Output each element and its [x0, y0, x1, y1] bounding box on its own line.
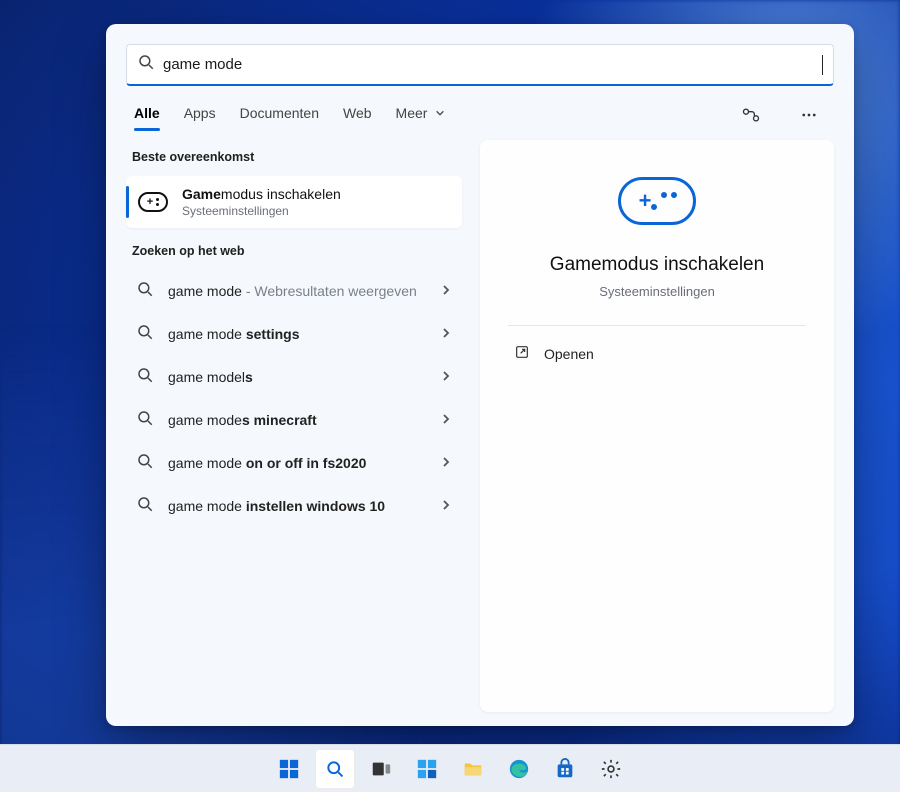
search-input[interactable]: [163, 56, 818, 73]
search-icon: [136, 366, 154, 389]
taskbar-store[interactable]: [545, 749, 585, 789]
web-result[interactable]: game mode instellen windows 10: [126, 485, 462, 528]
taskbar-settings[interactable]: [591, 749, 631, 789]
tab-documents[interactable]: Documenten: [240, 99, 319, 131]
text-caret: [822, 55, 823, 75]
web-result[interactable]: game modes minecraft: [126, 399, 462, 442]
search-icon: [136, 495, 154, 518]
web-result[interactable]: game mode - Webresultaten weergeven: [126, 270, 462, 313]
search-icon: [136, 452, 154, 475]
preview-gamemode-icon: +: [614, 174, 700, 228]
section-best-match-label: Beste overeenkomst: [126, 140, 462, 170]
results-list: Beste overeenkomst + Gamemodus inschakel…: [126, 136, 462, 712]
preview-title: Gamemodus inschakelen: [550, 254, 764, 276]
best-match-result[interactable]: + Gamemodus inschakelen Systeeminstellin…: [126, 176, 462, 228]
web-result-text: game models: [168, 368, 426, 387]
divider: [508, 325, 806, 326]
search-box[interactable]: [126, 44, 834, 86]
web-result-text: game mode on or off in fs2020: [168, 454, 426, 473]
chevron-right-icon: [440, 283, 452, 301]
chevron-right-icon: [440, 369, 452, 387]
chevron-right-icon: [440, 498, 452, 516]
chevron-right-icon: [440, 412, 452, 430]
taskbar-start[interactable]: [269, 749, 309, 789]
tab-all[interactable]: Alle: [134, 99, 160, 131]
search-icon: [136, 409, 154, 432]
tab-more[interactable]: Meer: [396, 99, 446, 131]
taskbar-search[interactable]: [315, 749, 355, 789]
filter-tabs: Alle Apps Documenten Web Meer: [126, 86, 834, 132]
taskbar-widgets[interactable]: [407, 749, 447, 789]
web-result-text: game modes minecraft: [168, 411, 426, 430]
chevron-down-icon: [435, 105, 445, 121]
best-match-title: Gamemodus inschakelen: [182, 186, 341, 202]
preview-open-label: Openen: [544, 346, 594, 362]
web-result[interactable]: game models: [126, 356, 462, 399]
open-external-icon: [514, 344, 530, 363]
section-web-label: Zoeken op het web: [126, 234, 462, 264]
web-result[interactable]: game mode on or off in fs2020: [126, 442, 462, 485]
preview-open-action[interactable]: Openen: [508, 332, 806, 375]
preview-pane: + Gamemodus inschakelen Systeeminstellin…: [480, 140, 834, 712]
tab-more-label: Meer: [396, 105, 428, 121]
tab-web[interactable]: Web: [343, 99, 372, 131]
search-icon: [136, 280, 154, 303]
web-result-text: game mode settings: [168, 325, 426, 344]
more-options-button[interactable]: [792, 98, 826, 132]
gamemode-icon: +: [138, 192, 168, 212]
preview-subtitle: Systeeminstellingen: [599, 284, 715, 299]
connect-device-button[interactable]: [734, 98, 768, 132]
taskbar-taskview[interactable]: [361, 749, 401, 789]
search-icon: [137, 53, 155, 76]
web-result-text: game mode instellen windows 10: [168, 497, 426, 516]
tab-apps[interactable]: Apps: [184, 99, 216, 131]
taskbar-edge[interactable]: [499, 749, 539, 789]
search-flyout: Alle Apps Documenten Web Meer Beste over…: [106, 24, 854, 726]
best-match-subtitle: Systeeminstellingen: [182, 204, 341, 218]
chevron-right-icon: [440, 326, 452, 344]
web-result-text: game mode - Webresultaten weergeven: [168, 282, 426, 301]
web-result[interactable]: game mode settings: [126, 313, 462, 356]
taskbar-explorer[interactable]: [453, 749, 493, 789]
chevron-right-icon: [440, 455, 452, 473]
search-icon: [136, 323, 154, 346]
taskbar: [0, 744, 900, 792]
